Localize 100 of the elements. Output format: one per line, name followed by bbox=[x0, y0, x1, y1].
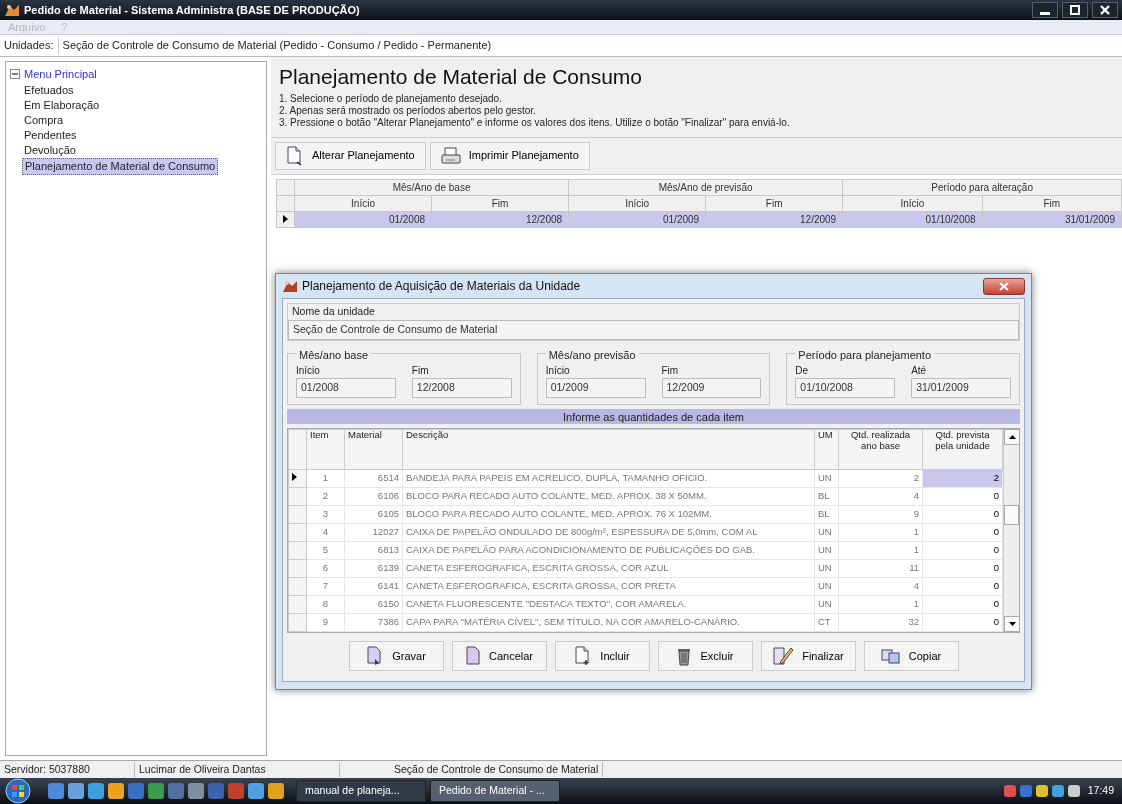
tree-item[interactable]: Compra bbox=[22, 112, 66, 128]
app-icon[interactable] bbox=[48, 783, 64, 799]
table-cell: 6150 bbox=[344, 595, 403, 614]
table-cell: BANDEJA PARA PAPEIS EM ACRELICO, DUPLA, TAMANHO OFICIO. bbox=[402, 469, 815, 488]
table-cell: 6139 bbox=[344, 559, 403, 578]
dialog-title: Planejamento de Aquisição de Materiais da Unidade bbox=[302, 278, 582, 295]
table-cell: 9 bbox=[838, 505, 923, 524]
maximize-button[interactable] bbox=[1062, 2, 1088, 18]
date-field[interactable]: 01/10/2008 bbox=[795, 378, 896, 398]
column-header: Período para alteração bbox=[842, 179, 1122, 195]
tree-item[interactable]: Em Elaboração bbox=[22, 97, 102, 113]
tree-item[interactable]: Pendentes bbox=[22, 127, 79, 143]
page-title: Planejamento de Material de Consumo bbox=[279, 64, 644, 90]
grid-caption: Informe as quantidades de cada item bbox=[287, 408, 1020, 424]
date-field[interactable]: 12/2008 bbox=[411, 378, 512, 398]
row-pointer-icon bbox=[292, 473, 297, 482]
tray-icon[interactable] bbox=[1051, 785, 1064, 797]
table-cell: CAIXA DE PAPELÃO PARA ACONDICIONAMENTO DE PUBLICAÇÕES DO GAB. bbox=[402, 541, 815, 560]
table-cell: UN bbox=[814, 523, 839, 542]
table-cell: BL bbox=[814, 505, 839, 524]
close-button[interactable] bbox=[983, 277, 1025, 295]
quantity-input[interactable]: 0 bbox=[922, 523, 1003, 542]
table-cell: UN bbox=[814, 595, 839, 614]
down-arrow-icon bbox=[1008, 621, 1016, 626]
column-header: Mês/Ano de previsão bbox=[568, 179, 843, 195]
tree-item[interactable]: Devolução bbox=[22, 142, 78, 158]
tray-icon[interactable] bbox=[1067, 785, 1080, 797]
app-icon[interactable] bbox=[248, 783, 264, 799]
pencil-document-icon bbox=[772, 645, 795, 666]
column-header: UM bbox=[814, 429, 839, 470]
table-cell: CANETA ESFEROGRAFICA, ESCRITA GROSSA, COR PRETA bbox=[402, 577, 815, 596]
app-icon[interactable] bbox=[68, 783, 84, 799]
table-cell: 4 bbox=[306, 523, 345, 542]
app-icon[interactable] bbox=[268, 783, 284, 799]
table-cell: 1 bbox=[838, 523, 923, 542]
quantity-input[interactable]: 0 bbox=[922, 613, 1003, 632]
instruction-text: 1. Selecione o período de planejamento desejado. bbox=[279, 92, 503, 105]
field-label: De bbox=[795, 364, 810, 378]
app-icon bbox=[4, 3, 20, 17]
app-icon[interactable] bbox=[108, 783, 124, 799]
tray-icon[interactable] bbox=[1035, 785, 1048, 797]
unit-dropdown[interactable]: Seção de Controle de Consumo de Material (Pedido - Consumo / Pedido - Permanente) bbox=[57, 37, 1118, 54]
quantity-input[interactable]: 0 bbox=[922, 559, 1003, 578]
quantity-input[interactable]: 0 bbox=[922, 505, 1003, 524]
app-icon[interactable] bbox=[148, 783, 164, 799]
table-cell: CT bbox=[814, 613, 839, 632]
column-header: Material bbox=[344, 429, 403, 470]
date-field[interactable]: 31/01/2009 bbox=[911, 378, 1011, 398]
table-cell: CANETA ESFEROGRAFICA, ESCRITA GROSSA, COR AZUL bbox=[402, 559, 815, 578]
action-button[interactable]: Excluir bbox=[657, 640, 753, 671]
scroll-down-button[interactable] bbox=[1004, 615, 1020, 632]
close-button[interactable] bbox=[1092, 2, 1118, 18]
close-icon bbox=[999, 281, 1009, 291]
scroll-up-button[interactable] bbox=[1004, 428, 1020, 445]
taskbar-button[interactable]: Pedido de Material - ... bbox=[430, 780, 560, 802]
toolbar-button[interactable]: Imprimir Planejamento bbox=[429, 141, 590, 170]
collapse-icon[interactable] bbox=[10, 69, 20, 80]
app-icon[interactable] bbox=[188, 783, 204, 799]
action-button[interactable]: Gravar bbox=[348, 640, 444, 671]
field-label: Unidades: bbox=[4, 38, 54, 54]
action-button[interactable]: Cancelar bbox=[451, 640, 547, 671]
quantity-input[interactable]: 0 bbox=[922, 541, 1003, 560]
field-label: Até bbox=[911, 364, 928, 378]
table-cell: BLOCO PARA RECADO AUTO COLANTE, MED. APROX. 38 X 50MM. bbox=[402, 487, 815, 506]
quantity-input[interactable]: 0 bbox=[922, 577, 1003, 596]
date-field[interactable]: 12/2009 bbox=[661, 378, 762, 398]
printer-icon bbox=[440, 146, 461, 165]
tray-icon[interactable] bbox=[1003, 785, 1016, 797]
tree-item[interactable]: Planejamento de Material de Consumo bbox=[22, 157, 219, 175]
table-cell: 2 bbox=[306, 487, 345, 506]
table-cell: 8 bbox=[306, 595, 345, 614]
quantity-input[interactable]: 0 bbox=[922, 595, 1003, 614]
quantity-input[interactable]: 0 bbox=[922, 487, 1003, 506]
date-field[interactable]: 01/2009 bbox=[545, 378, 646, 398]
tree-item[interactable]: Menu Principal bbox=[24, 66, 97, 83]
action-button[interactable]: Copiar bbox=[863, 640, 959, 671]
minimize-button[interactable] bbox=[1032, 2, 1058, 18]
table-cell: 1 bbox=[306, 469, 345, 488]
instruction-text: 3. Pressione o botão "Alterar Planejamento" e informe os valores dos itens. Utilize o botão "Finalizar" para enviá-lo. bbox=[279, 116, 791, 129]
toolbar-button[interactable]: Alterar Planejamento bbox=[275, 141, 426, 170]
table-cell: 6106 bbox=[344, 487, 403, 506]
window-title: Pedido de Material - Sistema Administra (BASE DE PRODUÇÃO) bbox=[24, 2, 361, 18]
app-icon[interactable] bbox=[88, 783, 104, 799]
table-cell: CAIXA DE PAPELÃO ONDULADO DE 800g/m², ESPESSURA DE 5,0mm, COM AL bbox=[402, 523, 815, 542]
action-button[interactable]: Finalizar bbox=[760, 640, 856, 671]
table-cell: 1 bbox=[838, 595, 923, 614]
app-icon bbox=[282, 279, 298, 293]
date-field[interactable]: 01/2008 bbox=[296, 378, 396, 398]
tree-item[interactable]: Efetuados bbox=[22, 82, 76, 98]
table-cell: CAPA PARA "MATÉRIA CÍVEL", SEM TÍTULO, NA COR AMARELO-CANÁRIO. bbox=[402, 613, 815, 632]
scrollbar-thumb[interactable] bbox=[1004, 504, 1019, 525]
row-pointer-icon bbox=[283, 214, 288, 223]
action-button[interactable]: Incluir bbox=[554, 640, 650, 671]
document-icon bbox=[286, 145, 304, 166]
table-cell: 4 bbox=[838, 487, 923, 506]
table-cell: BLOCO PARA RECADO AUTO COLANTE, MED. APROX. 76 X 102MM. bbox=[402, 505, 815, 524]
column-header: Descrição bbox=[402, 429, 815, 470]
taskbar-button[interactable]: manual de planeja... bbox=[296, 780, 426, 802]
clock-text: 17:49 bbox=[1087, 783, 1114, 799]
table-cell: 12027 bbox=[344, 523, 403, 542]
